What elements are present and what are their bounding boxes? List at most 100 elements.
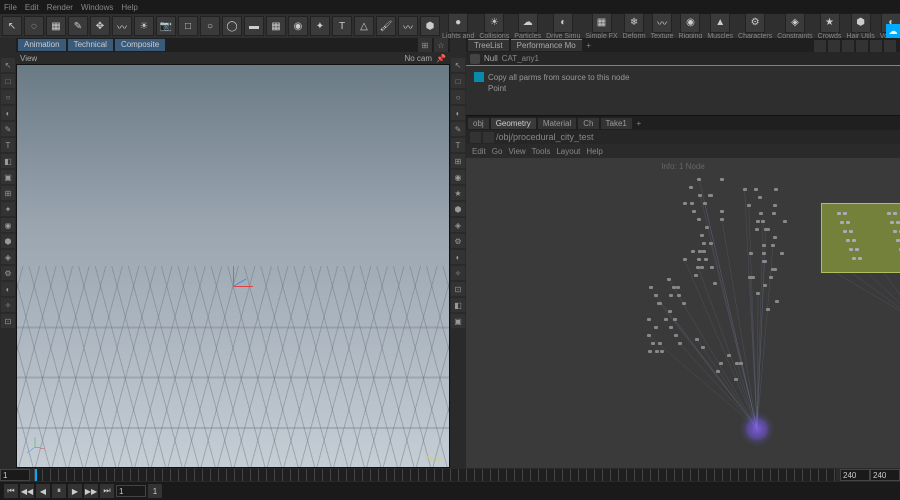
add-tab-icon[interactable]: + [584, 41, 594, 50]
right-strip-tool-9[interactable]: ⬢ [451, 202, 465, 216]
sop-node[interactable] [697, 218, 701, 221]
goto-last-icon[interactable]: ⏭ [100, 484, 114, 498]
sop-node[interactable] [682, 302, 686, 305]
sop-node[interactable] [683, 258, 687, 261]
sop-node[interactable] [766, 308, 770, 311]
right-strip-tool-0[interactable]: ↖ [451, 58, 465, 72]
selected-node[interactable] [852, 239, 856, 242]
right-strip-tool-5[interactable]: T [451, 138, 465, 152]
sop-node[interactable] [720, 218, 724, 221]
frame-end-input[interactable] [840, 469, 870, 481]
shelf-tool-curve[interactable]: 〰 [112, 16, 132, 36]
sop-node[interactable] [769, 276, 773, 279]
selected-node[interactable] [846, 239, 850, 242]
shelf-tool-light[interactable]: ☀ [134, 16, 154, 36]
net-menu-view[interactable]: View [508, 147, 525, 156]
shelf-tool-platonic[interactable]: △ [354, 16, 374, 36]
playhead[interactable] [35, 469, 37, 481]
network-gear-icon[interactable] [884, 40, 896, 52]
right-strip-tool-2[interactable]: ○ [451, 90, 465, 104]
shelf-group-lights-and-icon[interactable]: ● [448, 13, 468, 33]
shelf-tool-cloth[interactable]: 〰 [398, 16, 418, 36]
sop-node[interactable] [673, 318, 677, 321]
frame-start-input[interactable] [0, 469, 30, 481]
shelf-tool-move[interactable]: ✥ [90, 16, 110, 36]
context-tab-ch[interactable]: Ch [578, 118, 598, 129]
left-strip-tool-13[interactable]: ⚙ [1, 266, 15, 280]
sop-node[interactable] [716, 370, 720, 373]
network-list-icon[interactable] [842, 40, 854, 52]
goto-first-icon[interactable]: ⏮ [4, 484, 18, 498]
right-strip-tool-4[interactable]: ✎ [451, 122, 465, 136]
shelf-tool-select[interactable]: ↖ [2, 16, 22, 36]
left-strip-tool-8[interactable]: ⊞ [1, 186, 15, 200]
layout-tab-composite[interactable]: Composite [115, 39, 165, 51]
gizmo-y-axis[interactable] [233, 266, 234, 286]
sop-node[interactable] [754, 188, 758, 191]
left-strip-tool-15[interactable]: ✧ [1, 298, 15, 312]
sop-node[interactable] [773, 204, 777, 207]
network-grid-icon[interactable] [828, 40, 840, 52]
network-wrench-icon[interactable] [870, 40, 882, 52]
sop-node[interactable] [694, 274, 698, 277]
sop-node[interactable] [655, 350, 659, 353]
nav-fwd-icon[interactable] [483, 132, 494, 143]
cloud-sync-icon[interactable]: ☁ [886, 24, 900, 38]
left-strip-tool-5[interactable]: T [1, 138, 15, 152]
sop-node[interactable] [762, 252, 766, 255]
shelf-tool-rbd[interactable]: ⬢ [420, 16, 440, 36]
shelf-group-texture-icon[interactable]: 〰 [652, 13, 672, 33]
right-strip-tool-12[interactable]: ◐ [451, 250, 465, 264]
right-strip-tool-8[interactable]: ★ [451, 186, 465, 200]
sop-node[interactable] [697, 258, 701, 261]
sop-node[interactable] [780, 252, 784, 255]
sop-node[interactable] [720, 178, 724, 181]
sop-node[interactable] [676, 286, 680, 289]
selected-node[interactable] [855, 248, 859, 251]
shelf-group-drive-simu-icon[interactable]: ◐ [553, 13, 573, 33]
sop-node[interactable] [647, 318, 651, 321]
shelf-group-hair-utils-icon[interactable]: ⬢ [851, 13, 871, 33]
selected-node[interactable] [843, 212, 847, 215]
play-forward-icon[interactable]: ▶ [68, 484, 82, 498]
sop-node[interactable] [766, 228, 770, 231]
selected-node[interactable] [849, 248, 853, 251]
sop-node[interactable] [759, 212, 763, 215]
selection-box[interactable] [821, 203, 900, 273]
selected-node[interactable] [893, 230, 897, 233]
sop-node[interactable] [719, 362, 723, 365]
output-node[interactable] [746, 418, 768, 440]
left-strip-tool-4[interactable]: ✎ [1, 122, 15, 136]
sop-node[interactable] [739, 362, 743, 365]
add-context-tab-icon[interactable]: + [634, 119, 644, 128]
shelf-tool-sphere[interactable]: ○ [200, 16, 220, 36]
net-menu-go[interactable]: Go [492, 147, 503, 156]
sop-node[interactable] [658, 342, 662, 345]
sop-node[interactable] [700, 234, 704, 237]
network-editor[interactable]: Info: 1 Node [466, 158, 900, 468]
context-tab-mat[interactable]: Material [538, 118, 576, 129]
param-checkbox[interactable] [474, 72, 484, 82]
context-tab-obj[interactable]: obj [468, 118, 489, 129]
right-strip-tool-6[interactable]: ⊞ [451, 154, 465, 168]
shelf-tool-box[interactable]: □ [178, 16, 198, 36]
left-strip-tool-12[interactable]: ◈ [1, 250, 15, 264]
sop-node[interactable] [749, 252, 753, 255]
nav-back-icon[interactable] [470, 132, 481, 143]
right-strip-tool-14[interactable]: ⊡ [451, 282, 465, 296]
shelf-tool-grid[interactable]: ▦ [266, 16, 286, 36]
shelf-group-characters-icon[interactable]: ⚙ [745, 13, 765, 33]
node-name-field[interactable]: CAT_any1 [502, 54, 539, 63]
shelf-tool-uv[interactable]: ▦ [46, 16, 66, 36]
sop-node[interactable] [692, 210, 696, 213]
shelf-tool-tube[interactable]: ▬ [244, 16, 264, 36]
frame-range-end-input[interactable] [870, 469, 900, 481]
sop-node[interactable] [689, 186, 693, 189]
menu-windows[interactable]: Windows [81, 3, 113, 12]
shelf-group-collisions-icon[interactable]: ☀ [484, 13, 504, 33]
sop-node[interactable] [727, 354, 731, 357]
sop-node[interactable] [651, 342, 655, 345]
sop-node[interactable] [654, 326, 658, 329]
context-tab-take[interactable]: Take1 [601, 118, 632, 129]
sop-node[interactable] [756, 220, 760, 223]
